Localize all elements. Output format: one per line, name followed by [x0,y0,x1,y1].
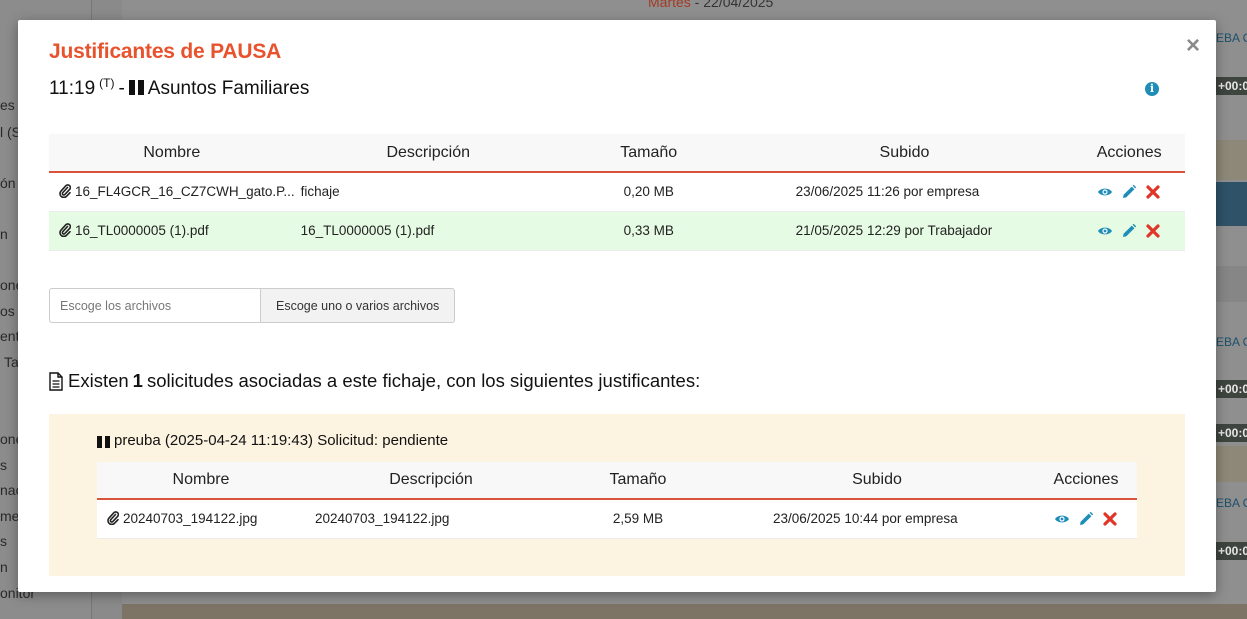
eye-icon[interactable] [1097,223,1113,239]
file-size: 0,20 MB [561,172,736,212]
subtitle-dash: - [118,78,125,99]
paperclip-icon [107,511,119,526]
column-header-nombre: Nombre [97,462,305,500]
pause-time: 11:19 [49,78,96,99]
file-name[interactable]: 16_TL0000005 (1).pdf [75,223,209,238]
file-description: fichaje [294,172,562,212]
file-size: 0,33 MB [561,211,736,251]
background-band [1216,182,1247,226]
background-right-strip: EBA C EBA C EBA C +00:0 +00:0 +00:0 +00:… [1216,0,1247,619]
table-header-row: Nombre Descripción Tamaño Subido Accione… [97,462,1137,500]
file-name-cell: 20240703_194122.jpg [97,499,305,539]
table-header-row: Nombre Descripción Tamaño Subido Accione… [49,134,1185,173]
document-icon [49,371,63,391]
choose-files-button[interactable]: Escoge uno o varios archivos [261,288,456,323]
info-icon[interactable]: i [1145,82,1159,96]
table-row: 16_FL4GCR_16_CZ7CWH_gato.P... fichaje 0,… [49,172,1185,212]
background-bottom-strip [122,604,1247,619]
file-name[interactable]: 16_FL4GCR_16_CZ7CWH_gato.P... [75,184,295,199]
sidebar-fragment: n [0,559,8,575]
eye-icon[interactable] [1097,184,1113,200]
file-description: 16_TL0000005 (1).pdf [294,211,562,251]
actions-cell [1035,499,1137,539]
existing-prefix: Existen [68,370,129,391]
sidebar-fragment: s [0,457,7,473]
file-description: 20240703_194122.jpg [305,499,557,539]
table-row: 16_TL0000005 (1).pdf 16_TL0000005 (1).pd… [49,211,1185,251]
sidebar-fragment: s [0,533,7,549]
pause-reason: Asuntos Familiares [147,78,310,99]
file-uploaded: 21/05/2025 12:29 por Trabajador [735,211,1074,251]
existing-count: 1 [132,370,143,391]
sidebar-fragment: ón [0,175,16,191]
column-header-acciones: Acciones [1035,462,1137,500]
modal-title: Justificantes de PAUSA [49,40,282,63]
column-header-tamano: Tamaño [557,462,719,500]
close-button[interactable]: × [1186,34,1200,58]
background-time: +00:0 [1216,542,1247,560]
sidebar-fragment: Ta [4,354,19,370]
file-name-input[interactable] [49,288,261,323]
background-band [1216,140,1247,180]
background-date: Martes - 22/04/2025 [648,0,774,10]
delete-x-icon[interactable] [1145,184,1161,200]
request-title-text: preuba (2025-04-24 11:19:43) Solicitud: … [114,432,449,449]
file-name[interactable]: 20240703_194122.jpg [123,511,257,526]
sidebar-fragment: os [0,303,15,319]
column-header-tamano: Tamaño [561,134,736,173]
existing-suffix: solicitudes asociadas a este fichaje, co… [146,370,701,391]
pencil-icon[interactable] [1121,184,1137,200]
column-header-subido: Subido [719,462,1035,500]
column-header-subido: Subido [735,134,1074,173]
pencil-icon[interactable] [1121,223,1137,239]
column-header-nombre: Nombre [49,134,295,173]
eye-icon[interactable] [1054,511,1070,527]
file-uploaded: 23/06/2025 11:26 por empresa [735,172,1074,212]
sidebar-fragment: n [0,226,8,242]
request-justificantes-table: Nombre Descripción Tamaño Subido Accione… [97,462,1137,539]
background-time: +00:0 [1216,77,1247,95]
pause-icon [97,435,110,448]
pause-time-type: (T) [99,76,115,90]
justificantes-table: Nombre Descripción Tamaño Subido Accione… [49,134,1185,251]
pause-subtitle: 11:19 (T) - Asuntos Familiares [49,76,310,100]
sidebar-fragment: es [0,97,15,113]
paperclip-icon [59,223,71,237]
file-name-cell: 16_TL0000005 (1).pdf [49,211,295,251]
file-picker: Escoge uno o varios archivos [49,288,456,323]
request-title: preuba (2025-04-24 11:19:43) Solicitud: … [97,432,448,449]
request-panel: preuba (2025-04-24 11:19:43) Solicitud: … [49,414,1185,576]
file-size: 2,59 MB [557,499,719,539]
justificantes-modal: Justificantes de PAUSA × 11:19 (T) - Asu… [18,20,1216,592]
table-row: 20240703_194122.jpg 20240703_194122.jpg … [97,499,1137,539]
pause-icon [128,80,144,95]
actions-cell [1073,172,1185,212]
background-band [1216,266,1247,302]
background-label: EBA C [1216,31,1247,45]
column-header-descripcion: Descripción [305,462,557,500]
file-name-cell: 16_FL4GCR_16_CZ7CWH_gato.P... [49,172,295,212]
background-label: EBA C [1216,496,1247,510]
existing-requests-heading: Existen 1 solicitudes asociadas a este f… [48,370,700,392]
pencil-icon[interactable] [1078,511,1094,527]
sidebar-fragment: ent [0,328,20,344]
actions-cell [1073,211,1185,251]
background-band [1216,446,1247,482]
column-header-acciones: Acciones [1073,134,1185,173]
background-time: +00:0 [1216,424,1247,442]
column-header-descripcion: Descripción [294,134,562,173]
delete-x-icon[interactable] [1102,511,1118,527]
background-time: +00:0 [1216,380,1247,398]
delete-x-icon[interactable] [1145,223,1161,239]
paperclip-icon [59,184,71,199]
file-uploaded: 23/06/2025 10:44 por empresa [719,499,1035,539]
background-label: EBA C [1216,335,1247,349]
